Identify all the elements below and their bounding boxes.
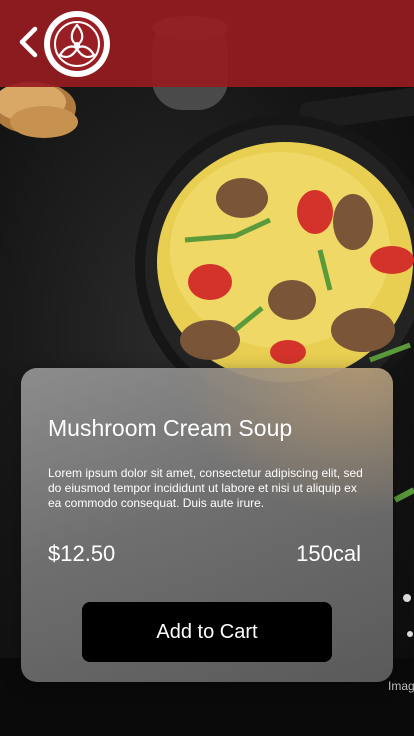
restaurant-logo[interactable] [44, 11, 110, 77]
product-price: $12.50 [48, 541, 116, 566]
background-caption-text: Imag [388, 679, 414, 693]
chevron-left-icon [19, 26, 38, 58]
product-card: Mushroom Cream Soup Lorem ipsum dolor si… [21, 368, 393, 682]
back-button[interactable] [14, 24, 42, 60]
add-to-cart-button[interactable]: Add to Cart [82, 602, 332, 662]
logo-emblem-icon [50, 17, 104, 71]
product-title: Mushroom Cream Soup [48, 415, 293, 441]
product-detail-screen: Mushroom Cream Soup Lorem ipsum dolor si… [0, 0, 414, 736]
product-calories: 150cal [296, 541, 361, 566]
product-description: Lorem ipsum dolor sit amet, consectetur … [48, 466, 363, 510]
top-bar [0, 0, 414, 87]
